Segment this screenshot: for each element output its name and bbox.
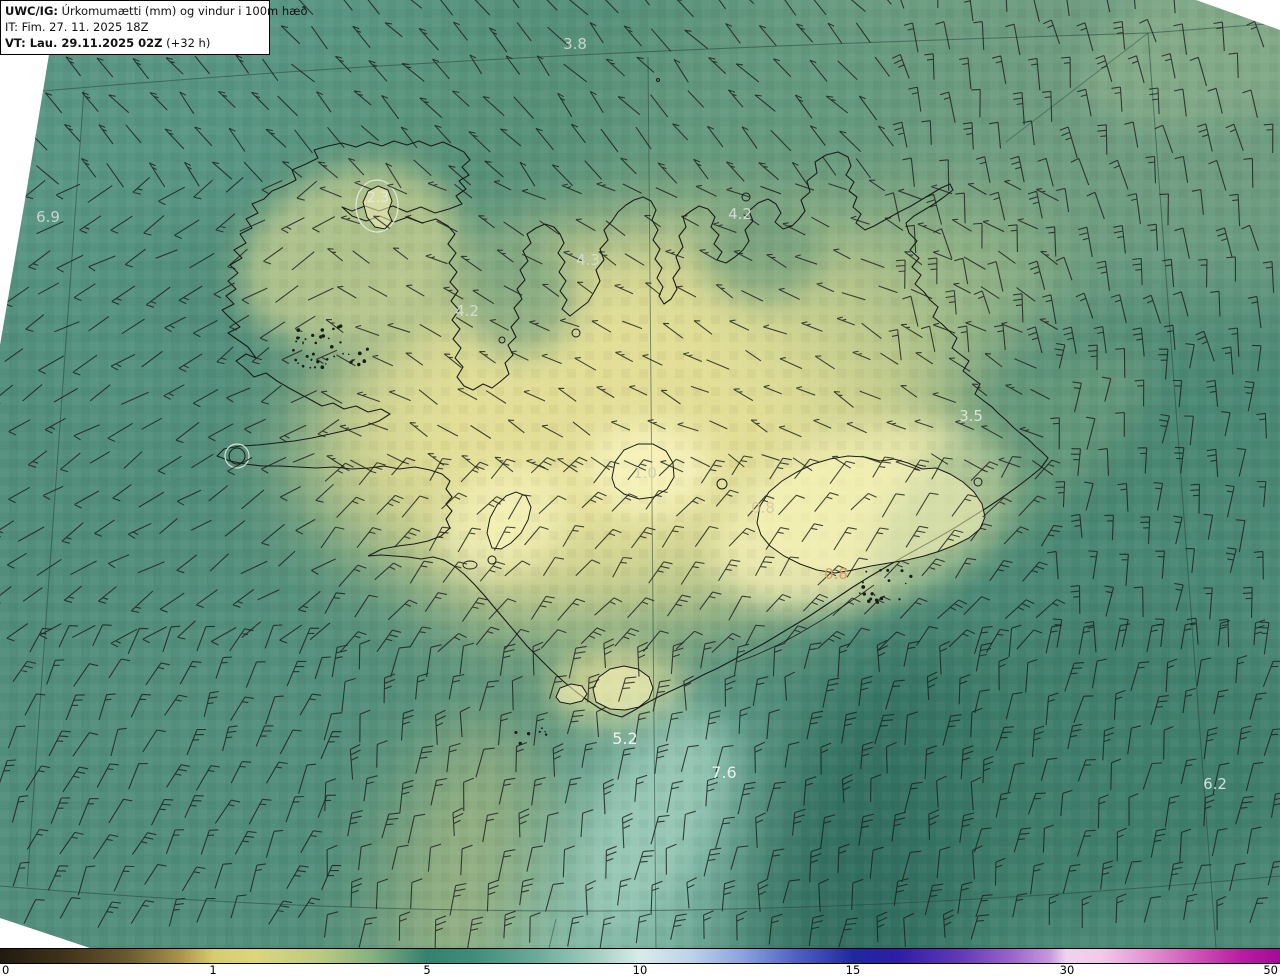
precip-label: 6.2 [1203, 775, 1227, 793]
title-box: UWC/IG: Úrkomumætti (mm) og vindur i 100… [0, 0, 308, 55]
precip-label: 4.2 [728, 205, 752, 223]
weather-map: 3.8 6.9 2.3 4.2 4.3 4.2 3.5 1.0 0.8 0.8 5.2 7.6 6.2 [0, 0, 1280, 948]
colorbar-tick-1: 1 [209, 963, 217, 977]
colorbar-tick-15: 15 [845, 963, 861, 977]
weather-map-app: 3.8 6.9 2.3 4.2 4.3 4.2 3.5 1.0 0.8 0.8 5.2 7.6 6.2 … [0, 0, 1280, 978]
colorbar: 0 1 5 10 15 30 50 [0, 948, 1280, 978]
precip-label: 1.0 [633, 464, 657, 482]
product-description: Úrkomumætti (mm) og vindur i 100m hæð [57, 4, 308, 18]
colorbar-tick-50: 50 [1263, 963, 1278, 977]
precip-label: 6.9 [36, 208, 60, 226]
precip-label: 0.8 [824, 565, 848, 583]
precip-label: 5.2 [612, 729, 637, 748]
precip-label: 7.6 [711, 763, 736, 782]
precip-label: 4.3 [576, 251, 600, 269]
precip-label: 3.5 [959, 407, 983, 425]
colorbar-tick-10: 10 [632, 963, 648, 977]
precip-label: 4.2 [455, 302, 479, 320]
valid-time: VT: Lau. 29.11.2025 02Z (+32 h) [5, 35, 265, 51]
valid-time-main: VT: Lau. 29.11.2025 02Z [5, 36, 163, 50]
product-title: UWC/IG: Úrkomumætti (mm) og vindur i 100… [5, 3, 308, 19]
precip-label: 2.3 [367, 190, 389, 206]
colorbar-tick-5: 5 [423, 963, 431, 977]
colorbar-tick-0: 0 [2, 963, 10, 977]
colorbar-tick-30: 30 [1059, 963, 1075, 977]
colorbar-gradient [0, 948, 1280, 964]
precip-label: 3.8 [563, 35, 587, 53]
product-code: UWC/IG: [5, 4, 58, 18]
init-time: IT: Fim. 27. 11. 2025 18Z [5, 20, 149, 34]
colorbar-tick-labels: 0 1 5 10 15 30 50 [0, 964, 1280, 978]
valid-time-offset: (+32 h) [162, 36, 211, 50]
precip-label: 0.8 [751, 499, 775, 517]
